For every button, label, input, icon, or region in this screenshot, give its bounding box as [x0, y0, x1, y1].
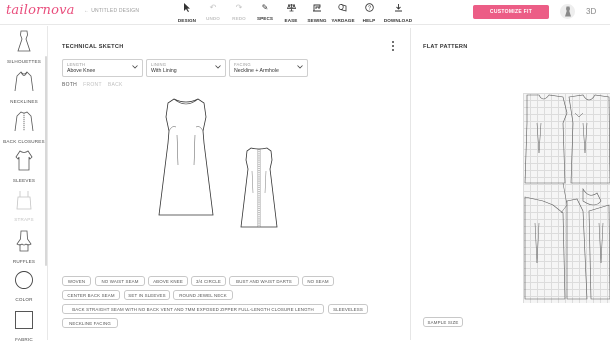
back-arrow-icon[interactable]: ←: [84, 8, 89, 14]
front-dress-sketch: [158, 98, 214, 216]
view-back-tab[interactable]: BACK: [108, 82, 123, 88]
view-toggle: BOTH FRONT BACK: [62, 82, 123, 88]
tool-undo-label: UNDO: [206, 16, 220, 21]
undo-icon: ↶: [209, 3, 217, 12]
tool-yardage[interactable]: YARDAGE: [330, 0, 356, 25]
strap-icon: [15, 190, 33, 215]
sidebar-item-straps[interactable]: STRAPS: [0, 190, 48, 222]
design-name[interactable]: ← UNTITLED DESIGN: [84, 8, 139, 14]
tool-redo[interactable]: ↷ REDO: [226, 0, 252, 25]
sidebar-item-sleeves[interactable]: SLEEVES: [0, 149, 48, 183]
silhouette-icon: [16, 30, 32, 57]
sidebar-item-fabric[interactable]: FABRIC: [0, 310, 48, 342]
logo[interactable]: tailornova: [6, 3, 75, 18]
sidebar-item-back-closures[interactable]: BACK CLOSURES: [0, 110, 48, 144]
tool-design-label: DESIGN: [177, 18, 197, 23]
tag-above-knee[interactable]: ABOVE KNEE: [148, 276, 188, 286]
tool-sewing[interactable]: SEWING: [304, 0, 330, 25]
sidebar-item-label: NECKLINES: [10, 99, 38, 104]
tag-neckline-facing[interactable]: NECKLINE FACING: [62, 318, 118, 328]
tool-download[interactable]: DOWNLOAD: [382, 0, 414, 25]
tag-back-closure-description[interactable]: BACK STRAIGHT SEAM WITH NO BACK VENT AND…: [62, 304, 324, 314]
pattern-pieces: [524, 94, 610, 300]
sidebar-item-necklines[interactable]: NECKLINES: [0, 70, 48, 104]
technical-sketch-title: TECHNICAL SKETCH: [62, 44, 124, 50]
length-caption: LENGTH: [67, 62, 86, 67]
length-select[interactable]: LENGTH Above Knee: [62, 59, 143, 77]
tool-help[interactable]: ? HELP: [356, 0, 382, 25]
tool-undo[interactable]: ↶ UNDO: [200, 0, 226, 25]
tool-specs[interactable]: ✎ SPECS: [252, 0, 278, 25]
tool-specs-label: SPECS: [256, 16, 274, 21]
fabric-swatch-icon: [14, 310, 34, 335]
chevron-down-icon: [132, 65, 138, 71]
neckline-icon: [13, 70, 35, 97]
tag-round-jewel-neck[interactable]: ROUND JEWEL NECK: [173, 290, 233, 300]
sidebar-scrollbar[interactable]: [45, 56, 47, 266]
sample-size-button[interactable]: SAMPLE SIZE: [423, 317, 463, 327]
view-3d-button[interactable]: 3D: [586, 7, 596, 16]
ruffle-icon: [15, 230, 33, 257]
category-sidebar: SILHOUETTES NECKLINES BACK CLOSURES SLEE…: [0, 26, 48, 342]
redo-icon: ↷: [235, 3, 243, 12]
tool-download-label: DOWNLOAD: [383, 18, 413, 23]
tag-sleeveless[interactable]: SLEEVELESS: [328, 304, 368, 314]
cursor-icon: [183, 3, 191, 15]
sidebar-item-silhouettes[interactable]: SILHOUETTES: [0, 30, 48, 64]
back-closure-icon: [12, 110, 36, 137]
sidebar-item-color[interactable]: COLOR: [0, 270, 48, 302]
sidebar-item-ruffles[interactable]: RUFFLES: [0, 230, 48, 264]
sidebar-item-label: SLEEVES: [12, 178, 36, 183]
sidebar-item-label: SILHOUETTES: [6, 59, 42, 64]
svg-text:?: ?: [367, 5, 370, 11]
tag-no-waist-seam[interactable]: NO WAIST SEAM: [95, 276, 145, 286]
tag-three-quarter-circle[interactable]: 3/4 CIRCLE: [191, 276, 226, 286]
download-icon: [394, 3, 403, 15]
lining-caption: LINING: [151, 62, 167, 67]
facing-select[interactable]: FACING Neckline + Armhole: [229, 59, 308, 77]
main-toolbar: DESIGN ↶ UNDO ↷ REDO ✎ SPECS EASE SEWING…: [174, 0, 414, 25]
sidebar-item-label: STRAPS: [14, 217, 34, 222]
view-both-tab[interactable]: BOTH: [62, 82, 77, 88]
tool-ease[interactable]: EASE: [278, 0, 304, 25]
lining-value: With Lining: [151, 68, 177, 74]
top-bar: tailornova ← UNTITLED DESIGN DESIGN ↶ UND…: [0, 0, 610, 25]
tag-bust-and-waist-darts[interactable]: BUST AND WAIST DARTS: [229, 276, 299, 286]
tag-woven[interactable]: WOVEN: [62, 276, 91, 286]
tool-sewing-label: SEWING: [307, 18, 327, 23]
tool-design[interactable]: DESIGN: [174, 0, 200, 25]
panel-divider: [410, 28, 411, 340]
lining-select[interactable]: LINING With Lining: [146, 59, 226, 77]
chevron-down-icon: [297, 65, 303, 71]
sewing-machine-icon: [312, 3, 322, 15]
sidebar-item-label: BACK CLOSURES: [3, 139, 45, 144]
facing-value: Neckline + Armhole: [234, 68, 279, 74]
pencil-icon: ✎: [261, 3, 269, 12]
sidebar-item-label: RUFFLES: [12, 259, 36, 264]
more-options-icon[interactable]: [391, 40, 395, 52]
tag-no-seam[interactable]: NO SEAM: [302, 276, 334, 286]
back-dress-sketch: [240, 147, 278, 228]
tag-set-in-sleeves[interactable]: SET IN SLEEVES: [124, 290, 170, 300]
fabric-roll-icon: [338, 3, 348, 15]
color-circle-icon: [14, 270, 34, 295]
sleeve-icon: [12, 149, 36, 176]
tool-redo-label: REDO: [232, 16, 246, 21]
tool-help-label: HELP: [362, 18, 376, 23]
design-name-label: UNTITLED DESIGN: [91, 8, 140, 14]
tool-yardage-label: YARDAGE: [331, 18, 355, 23]
chevron-down-icon: [215, 65, 221, 71]
flat-pattern-canvas[interactable]: [523, 93, 610, 303]
view-front-tab[interactable]: FRONT: [83, 82, 102, 88]
scale-icon: [286, 3, 296, 15]
help-icon: ?: [364, 3, 374, 15]
sidebar-item-label: COLOR: [15, 297, 33, 302]
dress-preview-icon[interactable]: [560, 4, 575, 19]
customize-fit-button[interactable]: CUSTOMIZE FIT: [473, 5, 549, 19]
tag-center-back-seam[interactable]: CENTER BACK SEAM: [62, 290, 120, 300]
flat-pattern-title: FLAT PATTERN: [423, 44, 468, 50]
length-value: Above Knee: [67, 68, 96, 74]
facing-caption: FACING: [234, 62, 251, 67]
tool-ease-label: EASE: [284, 18, 298, 23]
